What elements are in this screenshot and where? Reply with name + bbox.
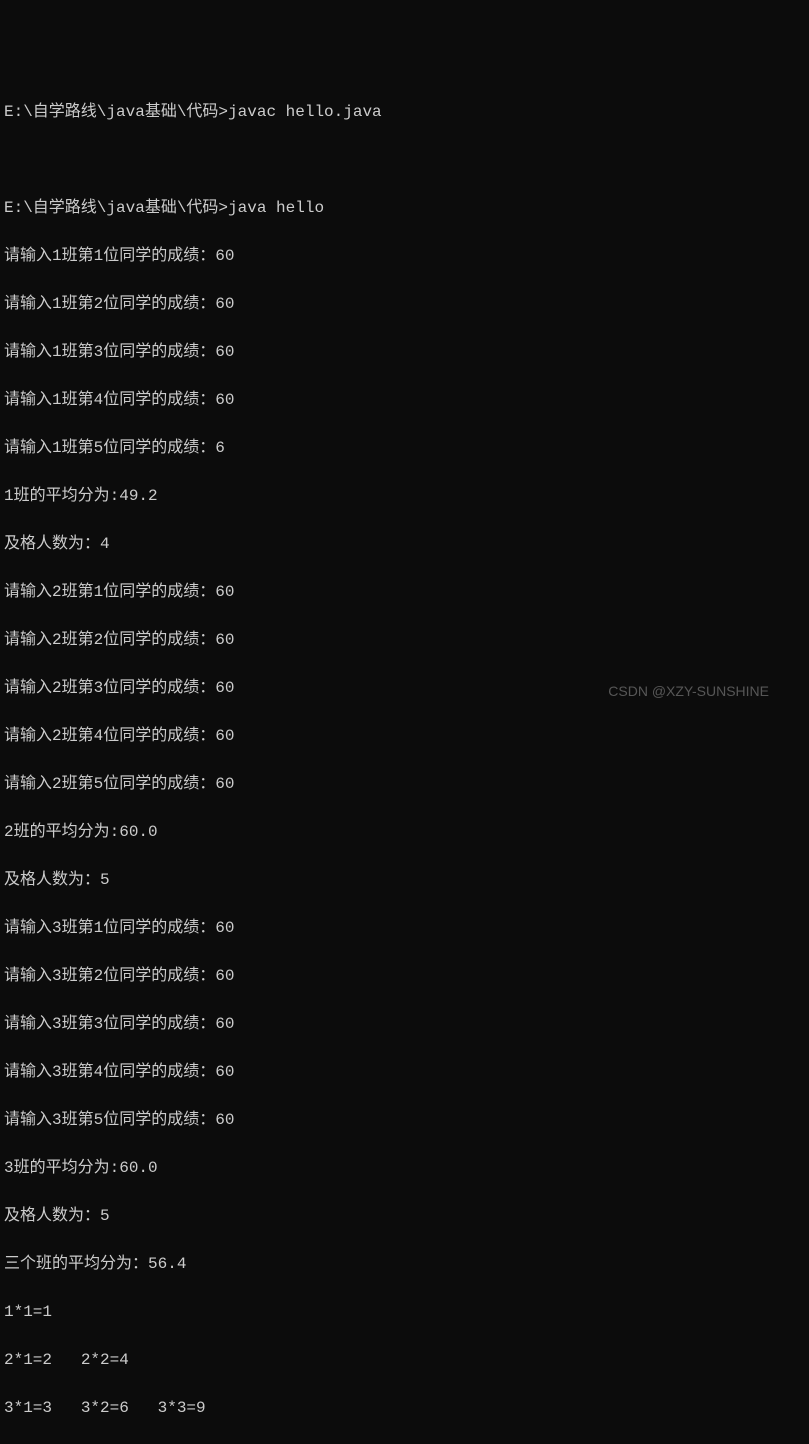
command-line-2: E:\自学路线\java基础\代码>java hello: [4, 196, 805, 220]
class3-input-3: 请输入3班第3位同学的成绩：60: [4, 1012, 805, 1036]
class1-input-5: 请输入1班第5位同学的成绩：6: [4, 436, 805, 460]
class1-avg: 1班的平均分为:49.2: [4, 484, 805, 508]
class2-input-5: 请输入2班第5位同学的成绩：60: [4, 772, 805, 796]
class2-avg: 2班的平均分为:60.0: [4, 820, 805, 844]
class1-input-1: 请输入1班第1位同学的成绩：60: [4, 244, 805, 268]
class1-input-2: 请输入1班第2位同学的成绩：60: [4, 292, 805, 316]
class2-input-1: 请输入2班第1位同学的成绩：60: [4, 580, 805, 604]
class1-input-3: 请输入1班第3位同学的成绩：60: [4, 340, 805, 364]
class3-input-4: 请输入3班第4位同学的成绩：60: [4, 1060, 805, 1084]
class1-input-4: 请输入1班第4位同学的成绩：60: [4, 388, 805, 412]
mult-row-1: 1*1=1: [4, 1300, 805, 1324]
class2-input-4: 请输入2班第4位同学的成绩：60: [4, 724, 805, 748]
class3-input-5: 请输入3班第5位同学的成绩：60: [4, 1108, 805, 1132]
mult-row-2: 2*1=2 2*2=4: [4, 1348, 805, 1372]
class2-pass: 及格人数为：5: [4, 868, 805, 892]
command-line-1: E:\自学路线\java基础\代码>javac hello.java: [4, 100, 805, 124]
blank-line: [4, 148, 805, 172]
class2-input-2: 请输入2班第2位同学的成绩：60: [4, 628, 805, 652]
mult-row-3: 3*1=3 3*2=6 3*3=9: [4, 1396, 805, 1420]
class1-pass: 及格人数为：4: [4, 532, 805, 556]
class3-input-2: 请输入3班第2位同学的成绩：60: [4, 964, 805, 988]
watermark: CSDN @XZY-SUNSHINE: [608, 681, 769, 702]
total-avg: 三个班的平均分为：56.4: [4, 1252, 805, 1276]
class3-avg: 3班的平均分为:60.0: [4, 1156, 805, 1180]
class3-pass: 及格人数为：5: [4, 1204, 805, 1228]
class3-input-1: 请输入3班第1位同学的成绩：60: [4, 916, 805, 940]
